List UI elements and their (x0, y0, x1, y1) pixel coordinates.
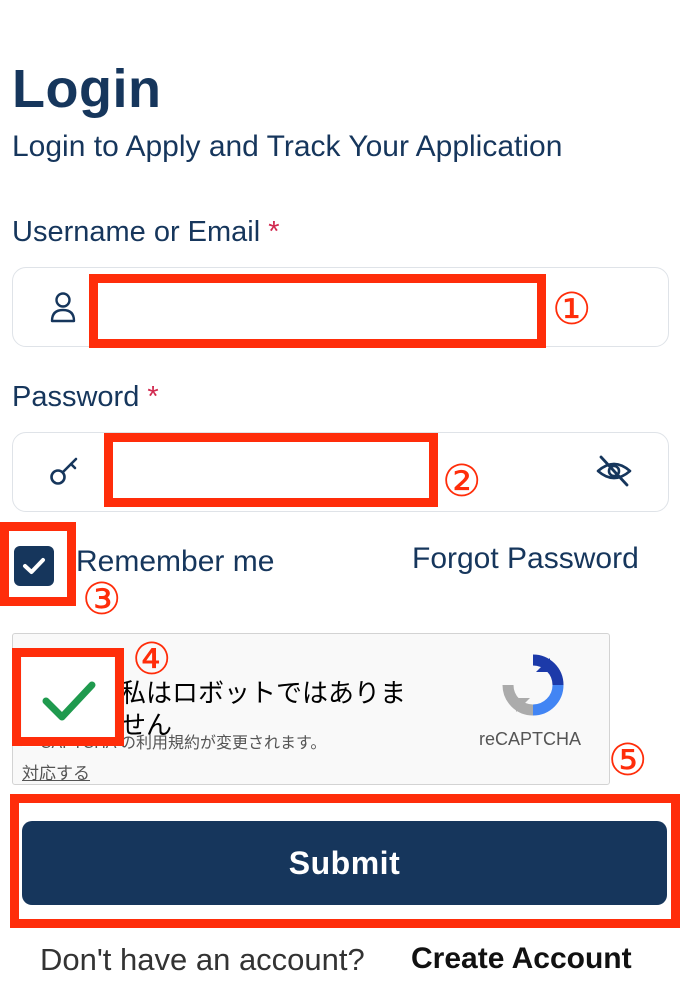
username-label-text: Username or Email (12, 216, 261, 248)
annotation-box-5 (10, 794, 680, 928)
annotation-number-1: ① (552, 284, 592, 335)
page-subtitle: Login to Apply and Track Your Applicatio… (12, 130, 563, 163)
user-icon (46, 288, 80, 326)
annotation-number-2: ② (442, 456, 482, 507)
annotation-box-4 (12, 648, 124, 746)
key-icon (44, 452, 84, 492)
create-account-link[interactable]: Create Account (411, 942, 632, 976)
required-marker: * (147, 381, 159, 413)
required-marker: * (268, 216, 280, 248)
password-label: Password * (12, 381, 159, 414)
recaptcha-logo-icon (500, 652, 566, 718)
annotation-box-2 (104, 433, 438, 507)
captcha-action-link[interactable]: 対応する (22, 759, 90, 784)
password-label-text: Password (12, 381, 140, 413)
annotation-box-1 (89, 274, 546, 348)
annotation-box-3 (0, 522, 76, 606)
no-account-text: Don't have an account? (40, 942, 365, 977)
forgot-password-link[interactable]: Forgot Password (412, 542, 639, 576)
username-label: Username or Email * (12, 216, 280, 249)
annotation-number-5: ⑤ (608, 735, 648, 786)
annotation-number-3: ③ (82, 574, 122, 625)
annotation-number-4: ④ (132, 634, 172, 685)
eye-off-icon[interactable] (592, 451, 636, 491)
recaptcha-brand: reCAPTCHA (479, 729, 582, 749)
page-title: Login (12, 59, 162, 119)
